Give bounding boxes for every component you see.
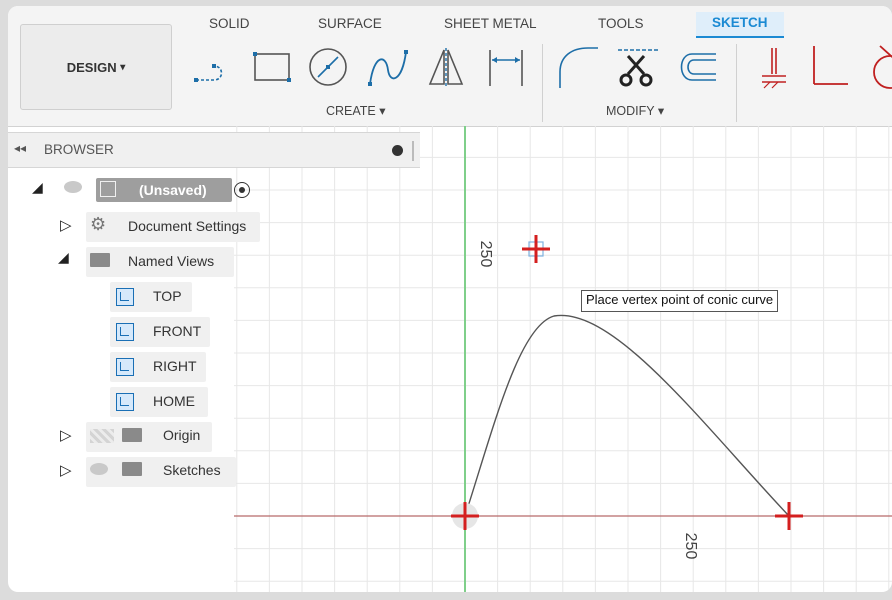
tooltip: Place vertex point of conic curve (581, 290, 779, 312)
tree-label: Named Views (128, 253, 215, 269)
panel-divider[interactable] (412, 141, 414, 161)
folder-icon (122, 462, 142, 476)
tab-tools[interactable]: TOOLS (598, 16, 644, 31)
pin-icon[interactable] (392, 145, 403, 156)
browser-title: BROWSER (44, 142, 114, 157)
tree-label: RIGHT (153, 358, 197, 374)
named-view-icon (116, 358, 134, 376)
tab-solid[interactable]: SOLID (209, 16, 250, 31)
root-label: (Unsaved) (139, 182, 207, 198)
toolbar-separator (542, 44, 543, 122)
dimension-label-horizontal: 250 (682, 533, 699, 560)
line-icon[interactable] (190, 44, 238, 90)
rectangle-icon[interactable] (248, 44, 296, 90)
toolbar-separator (736, 44, 737, 122)
toolbar: DESIGN ▾ SOLID SURFACE SHEET METAL TOOLS… (8, 6, 892, 127)
named-view-icon (116, 323, 134, 341)
tab-sheet-metal[interactable]: SHEET METAL (444, 16, 537, 31)
tree-label: FRONT (153, 323, 202, 339)
start-point-marker[interactable] (451, 502, 479, 530)
construct-icon[interactable] (860, 44, 892, 90)
collapse-triangle-icon[interactable]: ◢ (58, 249, 69, 266)
tree-label: TOP (153, 288, 182, 304)
spline-icon[interactable] (364, 44, 412, 90)
named-view-icon (116, 393, 134, 411)
expand-triangle-icon[interactable]: ▷ (60, 461, 72, 479)
fillet-icon[interactable] (554, 44, 602, 90)
dimension-icon[interactable] (482, 44, 530, 90)
chevron-down-icon: ▾ (120, 61, 126, 73)
eye-icon[interactable] (64, 181, 82, 193)
design-label: DESIGN (66, 59, 117, 75)
inspect-icon[interactable] (804, 44, 852, 90)
offset-icon[interactable] (672, 44, 720, 90)
tree-label: Sketches (163, 462, 221, 478)
dimension-label-vertical: 250 (477, 241, 494, 268)
mirror-icon[interactable] (422, 44, 470, 90)
folder-icon (122, 428, 142, 442)
tree-label: Origin (163, 427, 201, 443)
design-workspace-button[interactable]: DESIGN ▾ (20, 24, 172, 110)
folder-icon (90, 253, 110, 267)
expand-triangle-icon[interactable]: ▷ (60, 426, 72, 444)
eye-icon[interactable] (90, 463, 108, 475)
collapse-triangle-icon[interactable]: ◢ (32, 179, 43, 196)
circle-icon[interactable] (304, 44, 352, 90)
grid (234, 126, 892, 592)
component-icon (100, 181, 116, 197)
tree-label: HOME (153, 393, 195, 409)
create-menu-label[interactable]: CREATE ▾ (326, 103, 386, 118)
expand-triangle-icon[interactable]: ▷ (60, 216, 72, 234)
tab-surface[interactable]: SURFACE (318, 16, 382, 31)
tree-label: Document Settings (128, 218, 247, 234)
sketch-canvas[interactable]: 250 250 (234, 126, 892, 592)
trim-icon[interactable] (614, 44, 662, 90)
hidden-eye-icon[interactable] (90, 429, 114, 443)
radio-dot (239, 187, 245, 193)
constraint-icon[interactable] (748, 44, 796, 90)
modify-menu-label[interactable]: MODIFY ▾ (606, 103, 664, 118)
conic-curve[interactable] (464, 314, 790, 517)
named-view-icon (116, 288, 134, 306)
collapse-panel-icon[interactable]: ◂◂ (14, 141, 26, 155)
cursor-crosshair (522, 235, 550, 263)
gear-icon: ⚙ (90, 214, 107, 234)
tab-sketch[interactable]: SKETCH (696, 12, 784, 38)
fusion-window: DESIGN ▾ SOLID SURFACE SHEET METAL TOOLS… (8, 6, 892, 592)
browser-header: ◂◂ BROWSER (8, 132, 420, 168)
